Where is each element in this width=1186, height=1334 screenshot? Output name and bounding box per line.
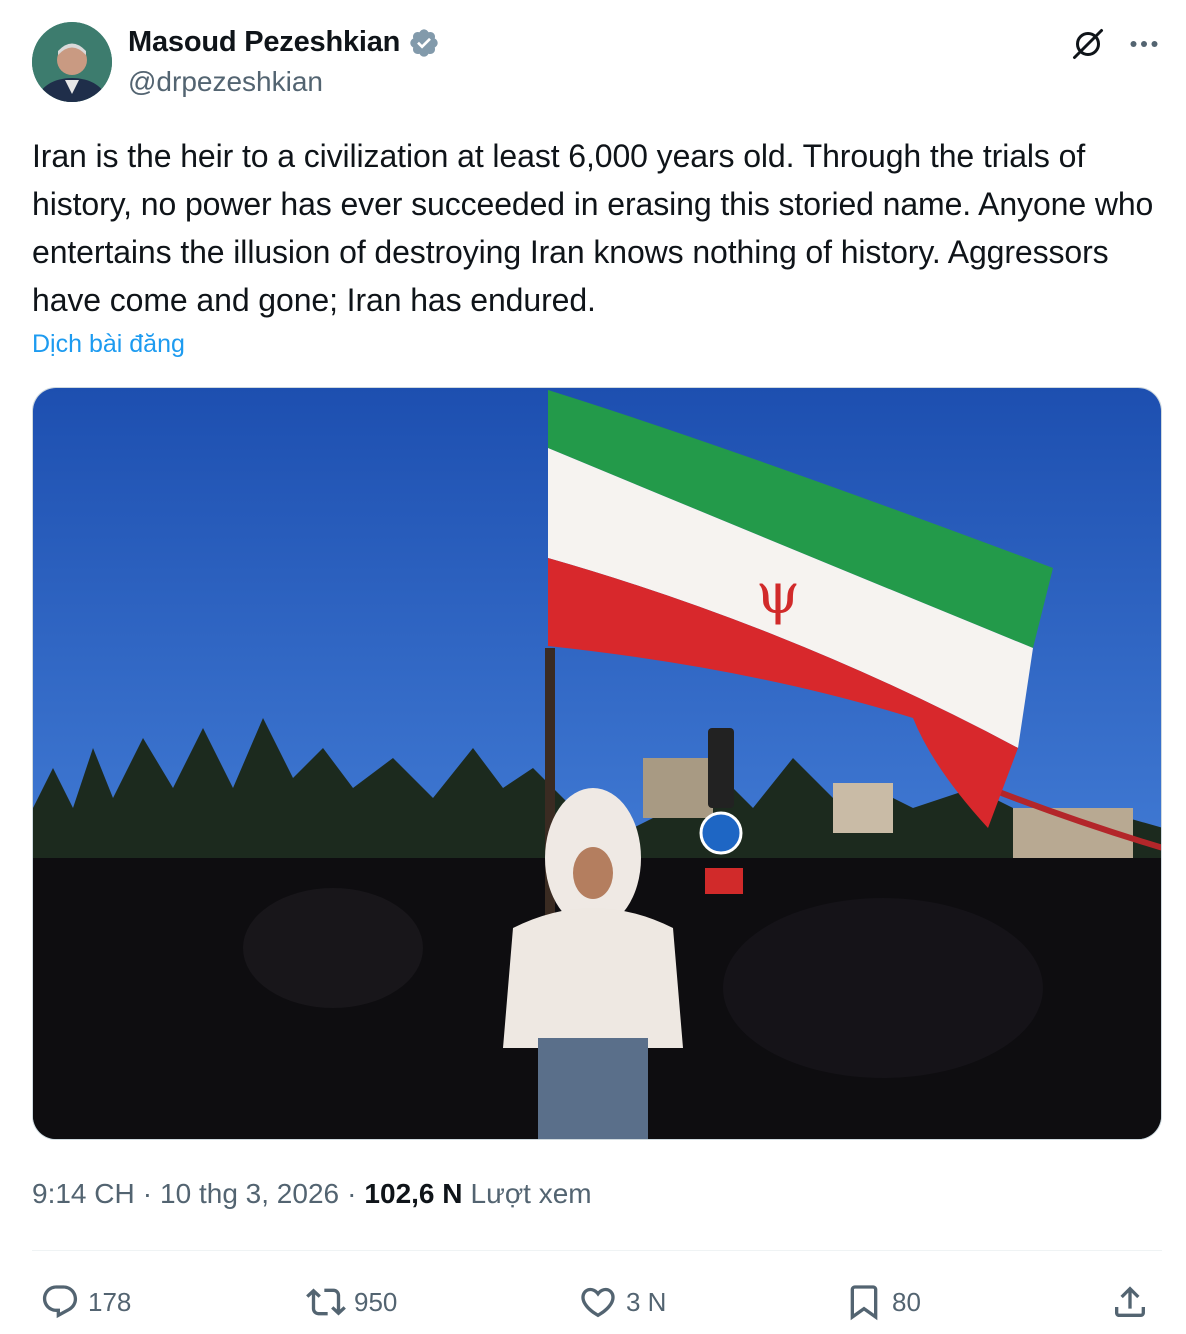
divider xyxy=(32,1250,1162,1251)
views-label: Lượt xem xyxy=(470,1178,592,1209)
repost-button[interactable]: 950 xyxy=(306,1276,397,1328)
translate-post-link[interactable]: Dịch bài đăng xyxy=(32,330,185,359)
author-handle[interactable]: @drpezeshkian xyxy=(128,66,323,98)
bookmark-button[interactable]: 80 xyxy=(844,1276,921,1328)
meta-separator: · xyxy=(142,1178,153,1209)
photo-flag-crowd: ψ xyxy=(33,388,1161,1139)
heart-icon xyxy=(581,1287,615,1318)
repost-count: 950 xyxy=(354,1286,398,1317)
tweet-date[interactable]: 10 thg 3, 2026 xyxy=(160,1178,339,1210)
tweet-text: Iran is the heir to a civilization at le… xyxy=(32,138,1154,318)
repost-icon xyxy=(306,1288,346,1316)
share-icon xyxy=(1115,1286,1145,1317)
author-name[interactable]: Masoud Pezeshkian xyxy=(128,26,400,59)
bookmark-count: 80 xyxy=(892,1286,921,1317)
bookmark-icon xyxy=(850,1285,878,1321)
meta-separator: · xyxy=(347,1178,357,1209)
like-count: 3 N xyxy=(626,1286,667,1317)
like-button[interactable]: 3 N xyxy=(578,1276,666,1328)
tweet-time[interactable]: 9:14 CH xyxy=(32,1178,135,1210)
views-count: 102,6 N xyxy=(364,1178,463,1209)
reply-button[interactable]: 178 xyxy=(40,1276,131,1328)
tweet-media-image[interactable]: ψ xyxy=(32,387,1162,1140)
grok-icon[interactable] xyxy=(1068,24,1108,64)
tweet-meta: 9:14 CH · 10 thg 3, 2026 · 102,6 N Lượt … xyxy=(32,1178,592,1210)
author-avatar[interactable] xyxy=(32,22,112,102)
action-bar: 178 950 3 N 80 xyxy=(32,1276,1162,1328)
reply-count: 178 xyxy=(88,1286,132,1317)
share-button[interactable] xyxy=(1110,1276,1150,1328)
verified-badge-icon[interactable] xyxy=(408,27,440,59)
avatar-photo xyxy=(32,22,112,102)
author-name-row[interactable]: Masoud Pezeshkian xyxy=(128,26,440,59)
more-options-icon[interactable] xyxy=(1124,24,1164,64)
reply-icon xyxy=(42,1285,78,1319)
svg-text:ψ: ψ xyxy=(756,562,800,627)
